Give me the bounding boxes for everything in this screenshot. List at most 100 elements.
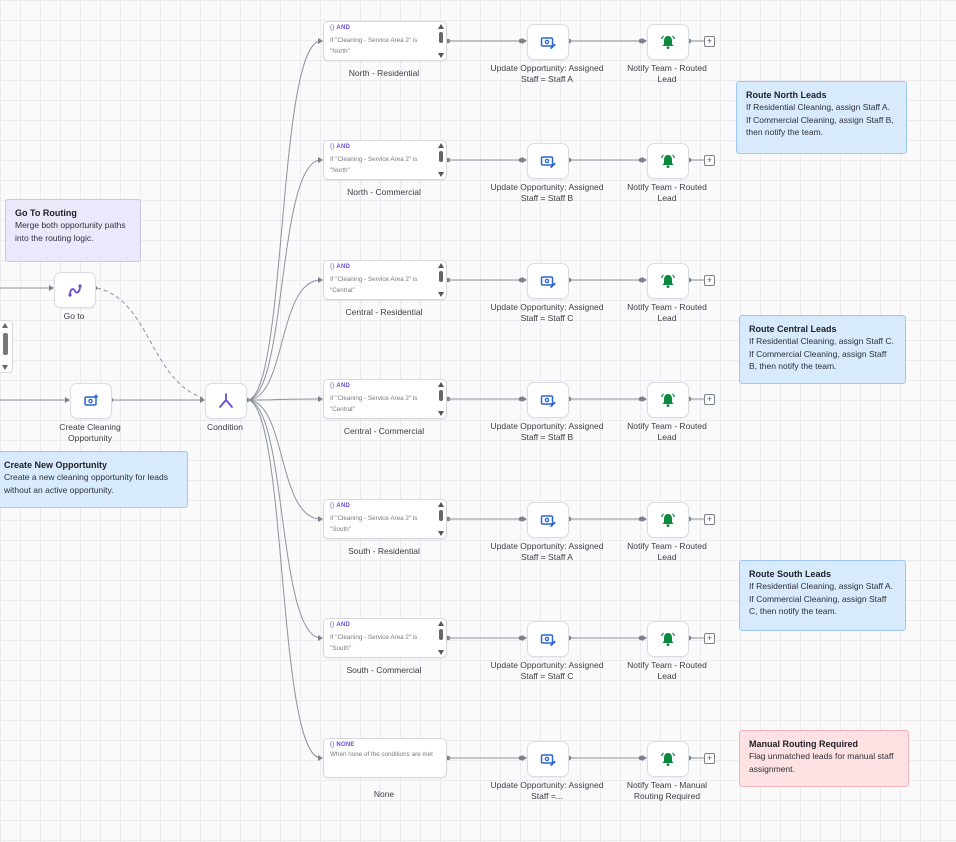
update-opportunity-label: Update Opportunity: Assigned Staff = Sta… [490, 660, 604, 681]
connector-line [246, 399, 322, 520]
update-opportunity-node[interactable] [527, 741, 569, 777]
connector-port[interactable] [518, 635, 524, 641]
add-step-button[interactable]: + [704, 36, 715, 47]
note-create-new-opportunity[interactable]: Create New Opportunity Create a new clea… [0, 451, 188, 508]
branch-name-label: None [373, 789, 395, 799]
connector-port[interactable] [518, 396, 524, 402]
update-opportunity-label: Update Opportunity: Assigned Staff = Sta… [490, 541, 604, 562]
notify-team-node[interactable] [647, 621, 689, 657]
branch-card-scrollbar[interactable] [438, 501, 444, 537]
notify-team-label: Notify Team - Routed Lead [627, 541, 707, 562]
branch-badge: {} AND [330, 25, 351, 31]
connector-line [246, 399, 322, 639]
connector-port[interactable] [518, 277, 524, 283]
add-step-button[interactable]: + [704, 275, 715, 286]
branch-condition-text: If "Cleaning - Service Area 2" is "Centr… [330, 395, 418, 413]
note-body: If Residential Cleaning, assign Staff A.… [746, 102, 894, 137]
condition-branch-card[interactable]: {} AND If "Cleaning - Service Area 2" is … [323, 618, 447, 658]
note-body: Create a new cleaning opportunity for le… [4, 472, 168, 495]
note-title: Manual Routing Required [749, 739, 858, 749]
note-manual-routing[interactable]: Manual Routing Required Flag unmatched l… [739, 730, 909, 787]
create-opportunity-label: Create Cleaning Opportunity [59, 422, 121, 443]
connector-line [246, 398, 322, 401]
connector-line [246, 159, 322, 401]
branch-name-label: North - Commercial [347, 187, 421, 197]
workflow-canvas[interactable]: Go To Routing Merge both opportunity pat… [0, 0, 956, 842]
branch-card-scrollbar[interactable] [438, 381, 444, 417]
notify-team-node[interactable] [647, 502, 689, 538]
bell-icon [660, 513, 676, 527]
notify-team-node[interactable] [647, 382, 689, 418]
note-body: If Residential Cleaning, assign Staff C.… [749, 336, 894, 371]
update-opportunity-node[interactable] [527, 263, 569, 299]
connector-port[interactable] [638, 755, 644, 761]
bell-icon [660, 752, 676, 766]
connector-port[interactable] [518, 157, 524, 163]
connector-port[interactable] [638, 635, 644, 641]
condition-branch-card[interactable]: {} AND If "Cleaning - Service Area 2" is … [323, 21, 447, 61]
condition-branch-card[interactable]: {} AND If "Cleaning - Service Area 2" is … [323, 260, 447, 300]
update-opportunity-label: Update Opportunity: Assigned Staff = Sta… [490, 421, 604, 442]
branch-badge: {} AND [330, 144, 351, 150]
branch-card-scrollbar[interactable] [438, 262, 444, 298]
condition-branch-card[interactable]: {} AND If "Cleaning - Service Area 2" is … [323, 140, 447, 180]
connector-port[interactable] [638, 157, 644, 163]
branch-condition-text: If "Cleaning - Service Area 2" is "South… [330, 515, 418, 533]
condition-branch-card[interactable]: {} AND If "Cleaning - Service Area 2" is … [323, 379, 447, 419]
update-opportunity-node[interactable] [527, 24, 569, 60]
connector-port[interactable] [638, 516, 644, 522]
update-opportunity-node[interactable] [527, 502, 569, 538]
condition-branch-card[interactable]: {} AND If "Cleaning - Service Area 2" is … [323, 499, 447, 539]
notify-team-label: Notify Team - Routed Lead [627, 421, 707, 442]
bell-icon [660, 154, 676, 168]
condition-node-label: Condition [207, 422, 243, 432]
branch-condition-text: When none of the conditions are met [330, 751, 433, 758]
add-step-button[interactable]: + [704, 753, 715, 764]
note-route-north[interactable]: Route North Leads If Residential Cleanin… [736, 81, 907, 154]
update-opportunity-node[interactable] [527, 382, 569, 418]
update-opportunity-node[interactable] [527, 621, 569, 657]
connector-port[interactable] [638, 38, 644, 44]
offscreen-node-scrollbar[interactable] [0, 320, 13, 373]
update-opportunity-icon [540, 37, 556, 50]
connector-port[interactable] [518, 755, 524, 761]
branch-card-scrollbar[interactable] [438, 23, 444, 59]
condition-branch-card[interactable]: {} NONE When none of the conditions are m… [323, 738, 447, 778]
condition-node[interactable] [205, 383, 247, 419]
note-route-central[interactable]: Route Central Leads If Residential Clean… [739, 315, 906, 384]
notify-team-node[interactable] [647, 143, 689, 179]
connector-line [246, 40, 322, 401]
connector-port[interactable] [518, 38, 524, 44]
notify-team-node[interactable] [647, 263, 689, 299]
update-opportunity-label: Update Opportunity: Assigned Staff = Sta… [490, 63, 604, 84]
create-opportunity-node[interactable] [70, 383, 112, 419]
note-title: Route North Leads [746, 90, 827, 100]
branch-name-label: North - Residential [348, 68, 420, 78]
note-title: Go To Routing [15, 208, 77, 218]
update-opportunity-label: Update Opportunity: Assigned Staff = Sta… [490, 302, 604, 323]
branch-card-scrollbar[interactable] [438, 142, 444, 178]
connector-port[interactable] [518, 516, 524, 522]
notify-team-label: Notify Team - Routed Lead [627, 63, 707, 84]
goto-node[interactable] [54, 272, 96, 308]
notify-team-node[interactable] [647, 24, 689, 60]
update-opportunity-label: Update Opportunity: Assigned Staff =... [490, 780, 604, 801]
update-opportunity-icon [540, 276, 556, 289]
connector-port[interactable] [638, 396, 644, 402]
update-opportunity-node[interactable] [527, 143, 569, 179]
branch-badge: {} AND [330, 264, 351, 270]
branch-badge: {} NONE [330, 742, 355, 748]
add-step-button[interactable]: + [704, 394, 715, 405]
notify-team-node[interactable] [647, 741, 689, 777]
connector-port[interactable] [638, 277, 644, 283]
bell-icon [660, 393, 676, 407]
add-step-button[interactable]: + [704, 155, 715, 166]
note-title: Route Central Leads [749, 324, 837, 334]
add-step-button[interactable]: + [704, 633, 715, 644]
note-go-to-routing[interactable]: Go To Routing Merge both opportunity pat… [5, 199, 141, 262]
note-route-south[interactable]: Route South Leads If Residential Cleanin… [739, 560, 906, 631]
branch-card-scrollbar[interactable] [438, 620, 444, 656]
goto-node-label: Go to [63, 311, 85, 321]
add-step-button[interactable]: + [704, 514, 715, 525]
note-title: Create New Opportunity [4, 460, 108, 470]
